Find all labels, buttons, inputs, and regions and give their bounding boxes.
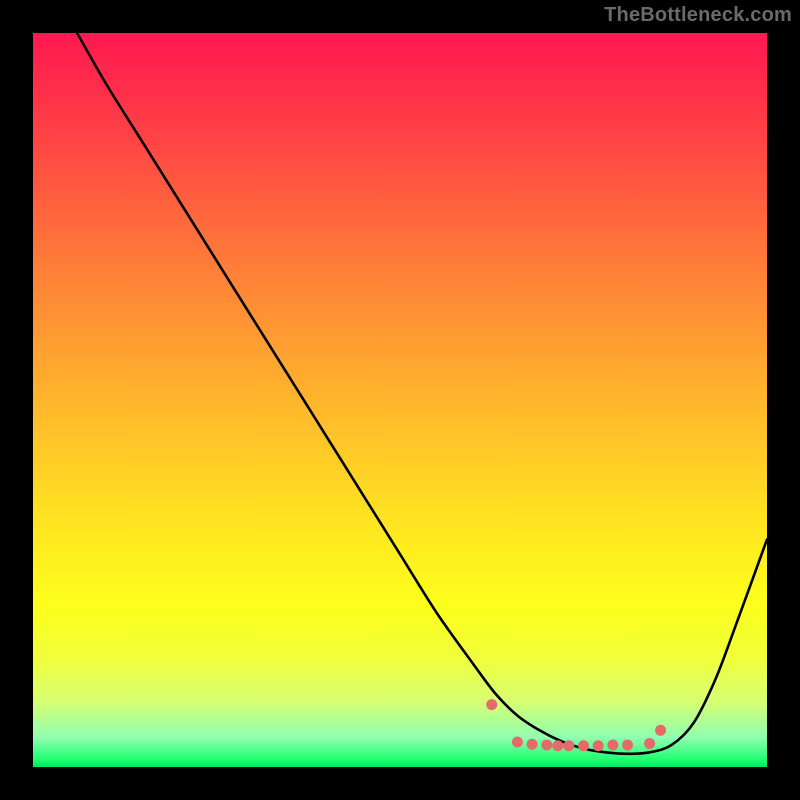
marker-dot <box>593 740 604 751</box>
marker-dot <box>622 739 633 750</box>
marker-dot <box>563 740 574 751</box>
chart-svg <box>33 33 767 767</box>
marker-dot <box>578 740 589 751</box>
marker-dot <box>527 739 538 750</box>
marker-dot <box>552 740 563 751</box>
chart-frame <box>33 33 767 767</box>
optimal-range-markers <box>486 699 666 751</box>
marker-dot <box>486 699 497 710</box>
bottleneck-curve <box>77 33 767 754</box>
marker-dot <box>512 737 523 748</box>
marker-dot <box>607 739 618 750</box>
marker-dot <box>655 725 666 736</box>
marker-dot <box>644 738 655 749</box>
watermark-text: TheBottleneck.com <box>604 4 792 27</box>
marker-dot <box>541 739 552 750</box>
